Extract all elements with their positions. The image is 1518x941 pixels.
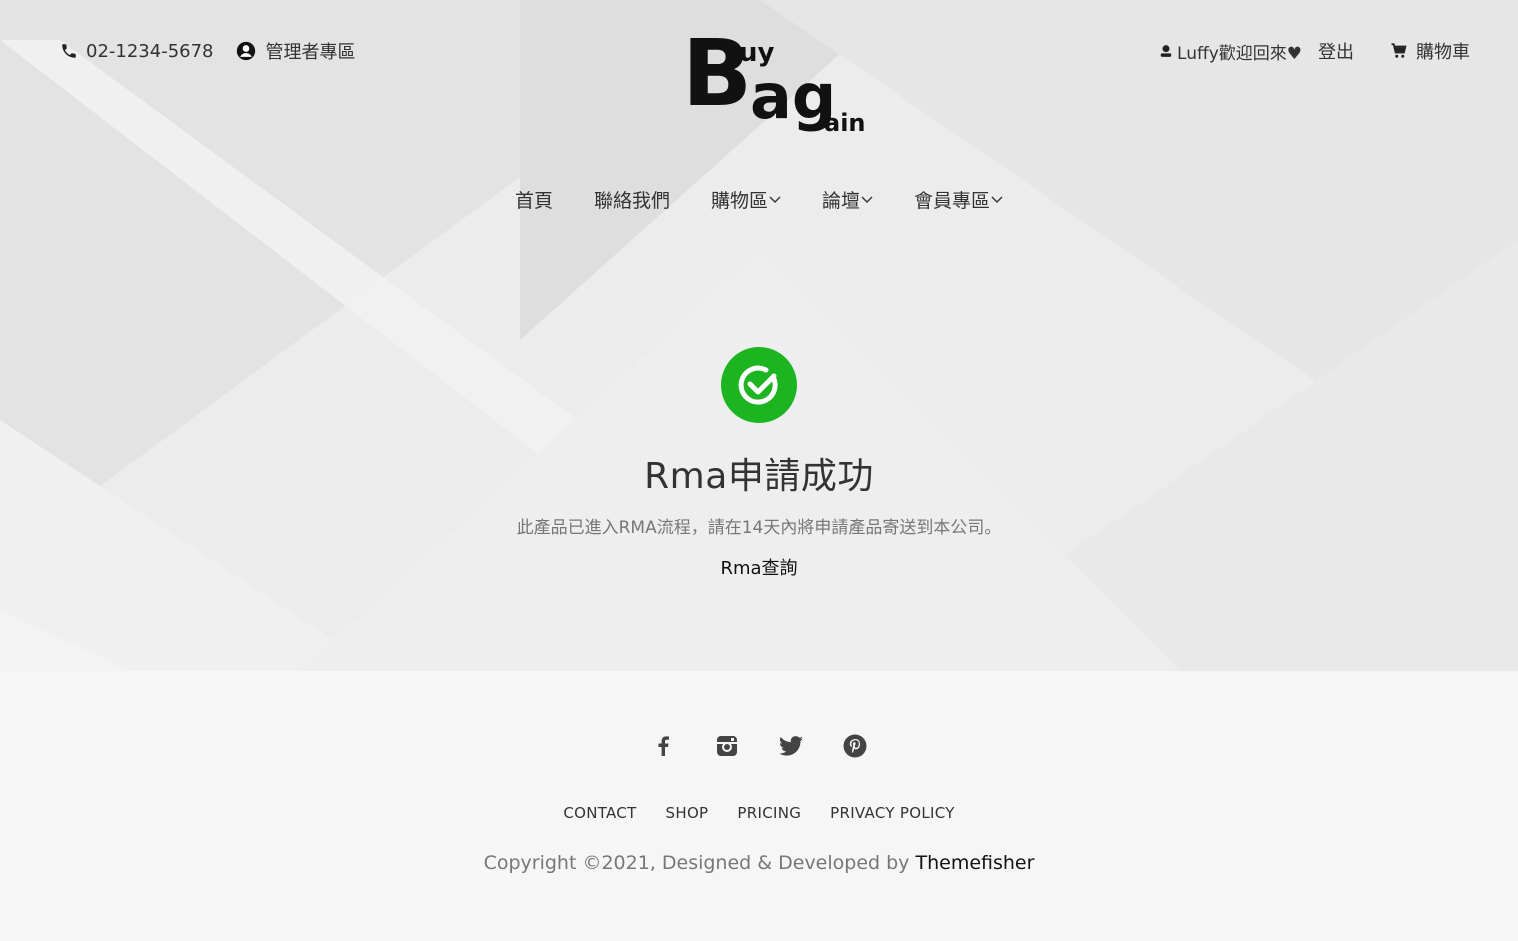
main-nav: 首頁 聯絡我們 購物區 論壇 會員專區 [0,186,1518,213]
chevron-down-icon [861,196,873,203]
success-description: 此產品已進入RMA流程，請在14天內將申請產品寄送到本公司。 [516,518,1002,538]
footer-link-contact[interactable]: CONTACT [563,804,636,822]
cart-link[interactable]: 購物車 [1390,38,1470,64]
success-panel: Rma申請成功 此產品已進入RMA流程，請在14天內將申請產品寄送到本公司。 R… [0,347,1518,580]
nav-label: 聯絡我們 [593,190,670,212]
nav-item-member[interactable]: 會員專區 [914,186,1003,213]
nav-label: 首頁 [514,190,553,212]
chevron-down-icon [991,196,1003,203]
footer-link-privacy-policy[interactable]: PRIVACY POLICY [830,804,955,822]
themefisher-link[interactable]: Themefisher [915,852,1034,874]
site-logo[interactable]: B uy ag ain [682,28,872,142]
success-title: Rma申請成功 [644,456,874,497]
user-circle-icon [236,41,255,61]
logout-link[interactable]: 登出 [1318,38,1354,64]
copyright: Copyright ©2021, Designed & Developed by… [0,852,1518,874]
nav-item-shop[interactable]: 購物區 [711,186,781,213]
cart-label: 購物車 [1416,42,1470,63]
footer-link-pricing[interactable]: PRICING [737,804,801,822]
logo-ain: ain [824,109,866,137]
phone-contact[interactable]: 02-1234-5678 [60,41,214,62]
footer-links: CONTACT SHOP PRICING PRIVACY POLICY [0,804,1518,822]
check-circle-icon [721,347,797,423]
nav-item-home[interactable]: 首頁 [515,186,553,213]
checkmark-icon [738,365,778,405]
phone-number: 02-1234-5678 [86,40,214,62]
twitter-icon[interactable] [778,733,804,759]
nav-item-forum[interactable]: 論壇 [822,186,873,213]
nav-item-contact[interactable]: 聯絡我們 [594,186,670,213]
topbar-left: 02-1234-5678 管理者專區 [60,38,356,64]
footer-link-shop[interactable]: SHOP [666,804,709,822]
cart-icon [1391,43,1407,58]
topbar-right: Luffy歡迎回來♥ 登出 購物車 [1159,37,1470,65]
admin-area-link[interactable]: 管理者專區 [236,38,356,64]
nav-label: 會員專區 [914,190,991,212]
admin-label: 管理者專區 [265,42,356,63]
pinterest-icon[interactable] [842,733,868,759]
social-links [0,733,1518,759]
copyright-text: Copyright ©2021, Designed & Developed by [483,852,916,874]
rma-query-link[interactable]: Rma查詢 [720,554,797,580]
nav-label: 購物區 [710,190,768,212]
nav-label: 論壇 [822,190,861,212]
chevron-down-icon [769,196,781,203]
user-icon [1160,45,1172,57]
instagram-icon[interactable] [714,733,740,759]
welcome-message[interactable]: Luffy歡迎回來♥ [1177,39,1302,64]
phone-icon [62,44,76,58]
facebook-icon[interactable] [650,733,676,759]
